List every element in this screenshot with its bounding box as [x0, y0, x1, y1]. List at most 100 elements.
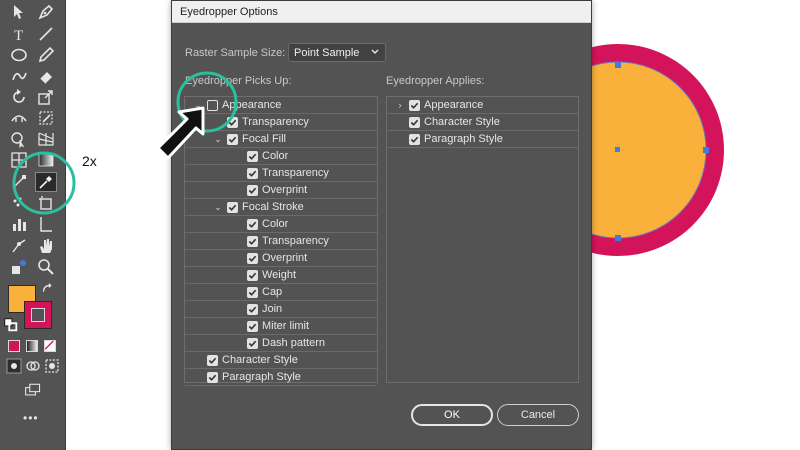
- applies-label: Appearance: [424, 99, 484, 111]
- picks-up-label: Cap: [262, 286, 283, 298]
- picks-up-checkbox-paragraph-style[interactable]: [207, 372, 218, 383]
- scale-tool-icon[interactable]: [35, 87, 57, 107]
- width-tool-icon[interactable]: [8, 108, 30, 128]
- gradient-mode-icon[interactable]: [26, 340, 38, 352]
- cancel-button[interactable]: Cancel: [497, 404, 579, 426]
- picks-up-row-transparency: Transparency: [185, 233, 377, 250]
- pencil-tool-icon[interactable]: [35, 45, 57, 65]
- eyedropper-options-dialog: Eyedropper Options Raster Sample Size: P…: [171, 0, 592, 450]
- picks-up-row-focal-fill: ⌄ Focal Fill: [185, 131, 377, 148]
- column-graph-tool-icon[interactable]: [8, 214, 30, 234]
- picks-up-label: Overprint: [262, 252, 308, 264]
- hand-tool-icon[interactable]: [35, 236, 57, 256]
- stroke-swatch[interactable]: [24, 301, 52, 329]
- dialog-titlebar[interactable]: Eyedropper Options: [172, 1, 591, 23]
- anchor-point-right: [703, 147, 709, 153]
- shaper-tool-icon[interactable]: [8, 66, 30, 86]
- shape-builder-tool-icon[interactable]: [8, 129, 30, 149]
- picks-up-row-character-style: Character Style: [185, 352, 377, 369]
- raster-sample-size-label: Raster Sample Size:: [185, 47, 286, 59]
- picks-up-label: Transparency: [262, 235, 329, 247]
- picks-up-checkbox-color[interactable]: [247, 219, 258, 230]
- picks-up-label: Transparency: [262, 167, 329, 179]
- chevron-down-icon[interactable]: ⌄: [213, 202, 223, 212]
- applies-label: Paragraph Style: [424, 133, 503, 145]
- puppet-warp-tool-icon[interactable]: [8, 236, 30, 256]
- picks-up-row-appearance: ⌄ Appearance: [185, 97, 377, 114]
- picks-up-header: Eyedropper Picks Up:: [185, 75, 292, 87]
- picks-up-checkbox-overprint[interactable]: [247, 185, 258, 196]
- draw-behind-icon[interactable]: [24, 358, 42, 374]
- chevron-down-icon[interactable]: ⌄: [193, 100, 203, 110]
- picks-up-checkbox-weight[interactable]: [247, 270, 258, 281]
- picks-up-row-dash-pattern: Dash pattern: [185, 335, 377, 352]
- slice-tool-icon[interactable]: [35, 214, 57, 234]
- picks-up-label: Overprint: [262, 184, 308, 196]
- swap-fill-stroke-icon[interactable]: [40, 281, 56, 297]
- chevron-down-icon[interactable]: ⌄: [213, 134, 223, 144]
- applies-row-paragraph-style: Paragraph Style: [387, 131, 578, 148]
- picks-up-checkbox-dash-pattern[interactable]: [247, 338, 258, 349]
- eyedropper-tool-icon[interactable]: [35, 172, 57, 192]
- raster-sample-size-dropdown[interactable]: Point Sample: [288, 43, 386, 62]
- dialog-body: Raster Sample Size: Point Sample Eyedrop…: [172, 23, 591, 450]
- none-mode-icon[interactable]: [44, 340, 56, 352]
- chevron-right-icon[interactable]: ›: [395, 100, 405, 110]
- eraser-tool-icon[interactable]: [35, 66, 57, 86]
- picks-up-checkbox-cap[interactable]: [247, 287, 258, 298]
- picks-up-row-miter-limit: Miter limit: [185, 318, 377, 335]
- ellipse-tool-icon[interactable]: [8, 45, 30, 65]
- perspective-grid-tool-icon[interactable]: [35, 129, 57, 149]
- draw-normal-icon[interactable]: [5, 358, 23, 374]
- ok-button[interactable]: OK: [411, 404, 493, 426]
- picks-up-label: Color: [262, 218, 289, 230]
- mesh-tool-icon[interactable]: [8, 150, 30, 170]
- applies-row-appearance: › Appearance: [387, 97, 578, 114]
- free-transform-tool-icon[interactable]: [35, 108, 57, 128]
- picks-up-row-weight: Weight: [185, 267, 377, 284]
- picks-up-checkbox-join[interactable]: [247, 304, 258, 315]
- picks-up-checkbox-transparency[interactable]: [247, 236, 258, 247]
- picks-up-checkbox-transparency[interactable]: [247, 168, 258, 179]
- app-window: T ••• Eyedropper Options Raster Sample S…: [0, 0, 800, 450]
- picks-up-label: Paragraph Style: [222, 371, 301, 383]
- blend-tool-icon[interactable]: [8, 172, 30, 192]
- picks-up-checkbox-overprint[interactable]: [247, 253, 258, 264]
- change-screen-mode-icon[interactable]: [22, 381, 44, 399]
- zoom-tool-icon[interactable]: [35, 257, 57, 277]
- edit-toolbar-button[interactable]: •••: [23, 411, 39, 425]
- symbol-sprayer-tool-icon[interactable]: [8, 193, 30, 213]
- picks-up-label: Focal Stroke: [242, 201, 304, 213]
- artboard-tool-icon[interactable]: [35, 193, 57, 213]
- picks-up-label: Dash pattern: [262, 337, 325, 349]
- rotate-tool-icon[interactable]: [8, 87, 30, 107]
- picks-up-label: Transparency: [242, 116, 309, 128]
- applies-checkbox-character-style[interactable]: [409, 117, 420, 128]
- picks-up-row-color: Color: [185, 148, 377, 165]
- default-fill-stroke-icon[interactable]: [3, 317, 19, 333]
- color-mode-icon[interactable]: [8, 340, 20, 352]
- picks-up-label: Color: [262, 150, 289, 162]
- picks-up-row-overprint: Overprint: [185, 250, 377, 267]
- pen-tool-icon[interactable]: [35, 2, 57, 22]
- applies-header: Eyedropper Applies:: [386, 75, 485, 87]
- picks-up-checkbox-character-style[interactable]: [207, 355, 218, 366]
- picks-up-checkbox-appearance[interactable]: [207, 100, 218, 111]
- type-tool-icon[interactable]: T: [8, 24, 30, 44]
- line-segment-tool-icon[interactable]: [35, 24, 57, 44]
- picks-up-checkbox-color[interactable]: [247, 151, 258, 162]
- draw-inside-icon[interactable]: [43, 358, 61, 374]
- selection-tool-icon[interactable]: [8, 2, 30, 22]
- picks-up-checkbox-miter-limit[interactable]: [247, 321, 258, 332]
- picks-up-checkbox-focal-fill[interactable]: [227, 134, 238, 145]
- recolor-tool-icon[interactable]: [8, 257, 30, 277]
- applies-checkbox-appearance[interactable]: [409, 100, 420, 111]
- picks-up-label: Miter limit: [262, 320, 310, 332]
- applies-checkbox-paragraph-style[interactable]: [409, 134, 420, 145]
- gradient-tool-icon[interactable]: [35, 150, 57, 170]
- tools-panel: T •••: [0, 0, 66, 450]
- applies-row-character-style: Character Style: [387, 114, 578, 131]
- picks-up-checkbox-transparency[interactable]: [227, 117, 238, 128]
- chevron-down-icon: [371, 49, 379, 54]
- picks-up-checkbox-focal-stroke[interactable]: [227, 202, 238, 213]
